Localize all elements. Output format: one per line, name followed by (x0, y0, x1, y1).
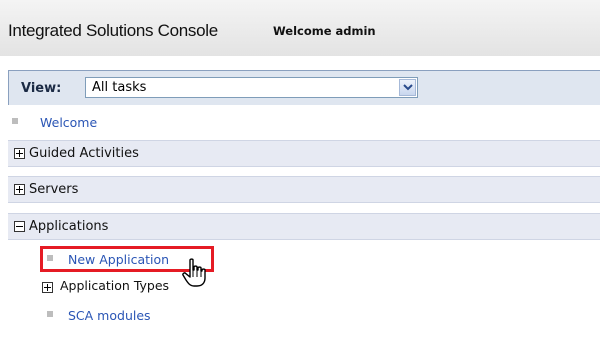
section-servers[interactable]: Servers (8, 176, 600, 203)
collapse-minus-icon[interactable] (14, 221, 25, 232)
section-label: Applications (29, 219, 109, 234)
view-select[interactable]: All tasks (85, 77, 418, 98)
bullet-icon (12, 118, 18, 124)
navigation-panel: View: All tasks Welcome Guided Activitie… (0, 62, 600, 341)
chevron-down-icon[interactable] (399, 79, 416, 96)
section-guided-activities[interactable]: Guided Activities (8, 140, 600, 167)
view-select-value: All tasks (92, 80, 147, 95)
section-applications[interactable]: Applications (8, 213, 600, 240)
hand-pointer-cursor-icon (182, 258, 208, 292)
view-label: View: (21, 81, 62, 96)
section-label: Servers (29, 182, 79, 197)
expand-plus-icon[interactable] (42, 282, 53, 293)
welcome-user-text: Welcome admin (273, 24, 376, 38)
section-label: Guided Activities (29, 146, 139, 161)
expand-plus-icon[interactable] (14, 148, 25, 159)
console-header: Integrated Solutions Console Welcome adm… (0, 0, 600, 56)
app-title: Integrated Solutions Console (8, 21, 218, 40)
bullet-icon (47, 311, 53, 317)
welcome-link[interactable]: Welcome (40, 115, 97, 130)
sca-modules-link[interactable]: SCA modules (68, 308, 151, 323)
expand-plus-icon[interactable] (14, 184, 25, 195)
application-types-item[interactable]: Application Types (60, 278, 169, 293)
view-filter-bar: View: All tasks (8, 70, 600, 105)
